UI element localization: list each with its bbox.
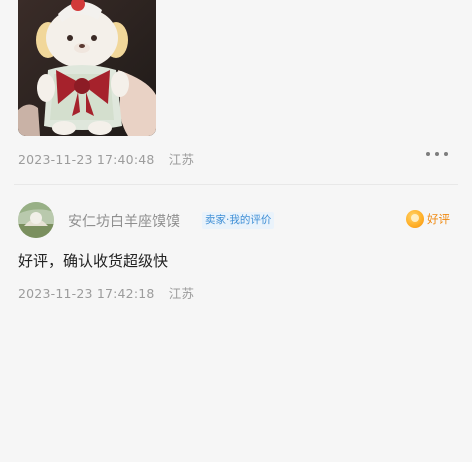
good-rating-badge-icon: [406, 210, 424, 228]
plush-toy-image: [18, 0, 156, 136]
review-photo[interactable]: [18, 0, 156, 136]
prev-review-location: 江苏: [168, 152, 195, 167]
avatar-image: [18, 202, 54, 238]
rating-label: 好评: [427, 212, 450, 226]
avatar[interactable]: [18, 202, 54, 238]
more-dots-icon[interactable]: [426, 146, 448, 162]
reviewer-name[interactable]: 安仁坊白羊座馍馍: [68, 211, 180, 231]
prev-review-date: 2023-11-23 17:40:48: [18, 152, 155, 167]
review-list: 2023-11-23 17:40:48 江苏 安仁坊白羊座馍馍 卖家·我的评价 …: [0, 0, 472, 462]
divider: [14, 184, 458, 185]
review-location: 江苏: [168, 286, 195, 301]
rating-badge: 好评: [406, 210, 450, 228]
review-meta: 2023-11-23 17:42:18 江苏: [18, 283, 194, 302]
review-date: 2023-11-23 17:42:18: [18, 286, 155, 301]
prev-review-meta: 2023-11-23 17:40:48 江苏: [18, 149, 194, 168]
review-text: 好评，确认收货超级快: [18, 252, 169, 270]
seller-tag-badge: 卖家·我的评价: [202, 212, 275, 229]
